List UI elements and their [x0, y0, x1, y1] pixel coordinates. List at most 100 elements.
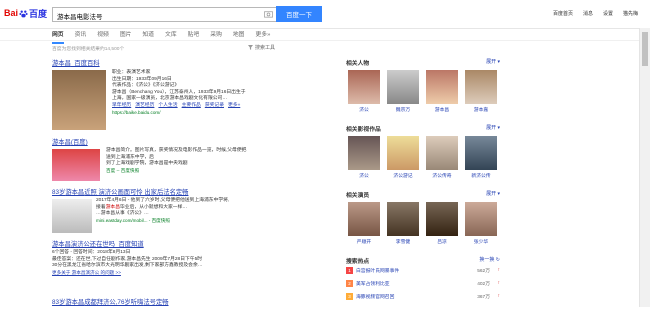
- film-card[interactable]: 济公传奇: [426, 136, 458, 179]
- person-card[interactable]: 游本昌: [426, 70, 458, 113]
- sublink[interactable]: 早年经历: [112, 103, 131, 108]
- person-card[interactable]: 济公: [348, 70, 380, 113]
- expand-link[interactable]: 展开 ▾: [486, 190, 500, 197]
- sublink[interactable]: 更多»: [228, 103, 240, 108]
- tab-news[interactable]: 资讯: [75, 27, 87, 44]
- result-title-text[interactable]: 演济公还在世吗_百度知道: [71, 241, 144, 248]
- tab-web[interactable]: 网页: [52, 27, 64, 44]
- top-link-messages[interactable]: 消息: [583, 10, 593, 17]
- result-title[interactable]: 游本昌(百度): [52, 137, 332, 146]
- film-name[interactable]: 济公: [348, 172, 380, 179]
- result-title-highlight[interactable]: 游本昌: [65, 299, 84, 306]
- tab-zhidao[interactable]: 知道: [142, 27, 154, 44]
- result-title[interactable]: 游本昌_百度百科: [52, 58, 332, 67]
- result-thumbnail[interactable]: [52, 199, 92, 233]
- person-name[interactable]: 济公: [348, 106, 380, 113]
- actor-name[interactable]: 吕凉: [426, 238, 458, 245]
- person-card[interactable]: 游本嘉: [465, 70, 497, 113]
- result-title[interactable]: 游本昌演济公还在世吗_百度知道: [52, 239, 332, 248]
- film-poster[interactable]: [348, 136, 380, 170]
- refresh-link[interactable]: 换一换 ↻: [479, 256, 500, 263]
- hot-search-item[interactable]: 2 美军占领利比亚 402万 ↑: [346, 280, 500, 287]
- tab-more[interactable]: 更多»: [255, 27, 270, 44]
- tab-caigou[interactable]: 采购: [210, 27, 222, 44]
- result-title-highlight[interactable]: 游本昌: [52, 139, 71, 146]
- person-card[interactable]: 魏宗万: [387, 70, 419, 113]
- person-photo[interactable]: [348, 70, 380, 104]
- actor-photo[interactable]: [387, 202, 419, 236]
- film-poster[interactable]: [426, 136, 458, 170]
- vertical-scrollbar[interactable]: [639, 28, 650, 307]
- result-title[interactable]: 83岁游本昌成都拜济公,76岁听嗨法号定畅: [52, 297, 332, 306]
- tab-map[interactable]: 地图: [233, 27, 245, 44]
- hot-search-item[interactable]: 3 海豚视频官网召回 367万 ↑: [346, 293, 500, 300]
- film-name[interactable]: 济公游记: [387, 172, 419, 179]
- camera-icon[interactable]: [264, 10, 273, 18]
- tab-tieba[interactable]: 贴吧: [188, 27, 200, 44]
- tab-video[interactable]: 视频: [97, 27, 109, 44]
- person-photo[interactable]: [426, 70, 458, 104]
- person-photo[interactable]: [387, 70, 419, 104]
- tab-wenku[interactable]: 文库: [165, 27, 177, 44]
- expand-link[interactable]: 展开 ▾: [486, 124, 500, 131]
- actor-name[interactable]: 严顺开: [348, 238, 380, 245]
- actor-name[interactable]: 李雪健: [387, 238, 419, 245]
- actor-card[interactable]: 严顺开: [348, 202, 380, 245]
- person-photo[interactable]: [465, 70, 497, 104]
- baidu-logo[interactable]: Bai 百度: [4, 6, 48, 20]
- result-title-text[interactable]: _百度百科: [71, 60, 100, 67]
- result-title-text[interactable]: 定畅: [156, 299, 169, 306]
- more-questions-link[interactable]: 更多关于 游本昌演济公 的问题 >>: [52, 270, 332, 277]
- result-title-highlight[interactable]: 游本昌: [52, 60, 71, 67]
- film-card[interactable]: 新济公传: [465, 136, 497, 179]
- result-title-highlight[interactable]: 游本昌: [65, 189, 84, 196]
- person-name[interactable]: 魏宗万: [387, 106, 419, 113]
- actor-name[interactable]: 张少华: [465, 238, 497, 245]
- actor-card[interactable]: 吕凉: [426, 202, 458, 245]
- sublink[interactable]: 演艺经历: [135, 103, 154, 108]
- sublink[interactable]: 个人生活: [158, 103, 177, 108]
- result-title[interactable]: 83岁游本昌近照 演济公画面可怜 出家后法名定畅: [52, 187, 332, 196]
- top-link-settings[interactable]: 设置: [603, 10, 613, 17]
- hot-search-title[interactable]: 美军占领利比亚: [356, 280, 390, 287]
- result-title-highlight[interactable]: 法号: [143, 299, 156, 306]
- sublink[interactable]: 主要作品: [182, 103, 201, 108]
- result-title-text[interactable]: 定畅: [176, 189, 189, 196]
- result-title-text[interactable]: 近照: [84, 189, 98, 196]
- film-card[interactable]: 济公游记: [387, 136, 419, 179]
- sublink[interactable]: 获奖记录: [205, 103, 224, 108]
- film-poster[interactable]: [465, 136, 497, 170]
- tab-images[interactable]: 图片: [120, 27, 132, 44]
- film-card[interactable]: 济公: [348, 136, 380, 179]
- hot-search-item[interactable]: 1 白宫报叶氏网暴事件 562万 ↑: [346, 267, 500, 274]
- result-title-highlight[interactable]: 演济公: [99, 189, 118, 196]
- top-link-home[interactable]: 百度首页: [553, 10, 573, 17]
- result-thumbnail[interactable]: [52, 149, 100, 181]
- top-link-user[interactable]: 猫先梅: [623, 10, 638, 17]
- person-name[interactable]: 游本昌: [426, 106, 458, 113]
- search-button[interactable]: 百度一下: [276, 6, 322, 22]
- result-title-text[interactable]: 83岁: [52, 189, 65, 196]
- scrollbar-thumb[interactable]: [642, 32, 648, 66]
- hot-search-title[interactable]: 海豚视频官网召回: [356, 293, 394, 300]
- result-title-text[interactable]: 83岁: [52, 299, 65, 306]
- film-name[interactable]: 新济公传: [465, 172, 497, 179]
- film-name[interactable]: 济公传奇: [426, 172, 458, 179]
- hot-search-title[interactable]: 白宫报叶氏网暴事件: [356, 267, 399, 274]
- result-title-highlight[interactable]: 游本昌: [52, 241, 71, 248]
- film-poster[interactable]: [387, 136, 419, 170]
- result-title-text[interactable]: 成都拜济公,76岁听嗨: [84, 299, 143, 306]
- result-thumbnail[interactable]: [52, 70, 106, 130]
- actor-card[interactable]: 张少华: [465, 202, 497, 245]
- result-title-text[interactable]: (百度): [71, 139, 88, 146]
- search-tools-button[interactable]: 搜索工具: [248, 44, 275, 51]
- expand-link[interactable]: 展开 ▾: [486, 58, 500, 65]
- actor-photo[interactable]: [465, 202, 497, 236]
- person-name[interactable]: 游本嘉: [465, 106, 497, 113]
- actor-photo[interactable]: [348, 202, 380, 236]
- actor-photo[interactable]: [426, 202, 458, 236]
- search-input[interactable]: 游本昌电影法号: [52, 7, 277, 22]
- result-title-text[interactable]: 画面可怜 出家后: [117, 189, 163, 196]
- actor-card[interactable]: 李雪健: [387, 202, 419, 245]
- result-title-highlight[interactable]: 法名: [163, 189, 176, 196]
